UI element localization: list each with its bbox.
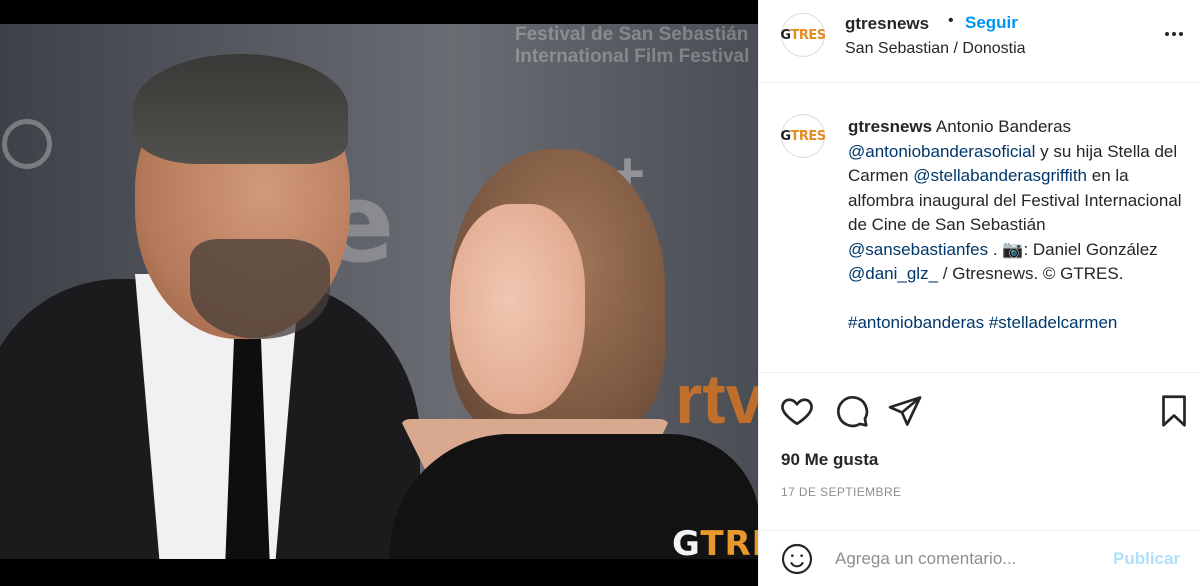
mention-stellabanderasgriffith[interactable]: @stellabanderasgriffith — [913, 166, 1087, 185]
comment-bar: Publicar — [759, 530, 1200, 586]
backdrop-logo — [2, 119, 52, 169]
photo-watermark: GTRES — [672, 524, 758, 559]
caption-username[interactable]: gtresnews — [848, 117, 932, 136]
watermark-tres: TRES — [700, 524, 758, 559]
caption-area[interactable]: G TRES gtresnews Antonio Banderas @antoni… — [759, 84, 1200, 373]
publish-button[interactable]: Publicar — [1113, 549, 1180, 569]
comment-input[interactable] — [835, 545, 1105, 573]
avatar[interactable]: G TRES — [780, 13, 827, 57]
mention-antoniobanderasoficial[interactable]: @antoniobanderasoficial — [848, 142, 1035, 161]
backdrop-logo-rtve: rtv — [675, 360, 758, 438]
action-bar — [759, 383, 1200, 443]
backdrop-text-line1: Festival de San Sebastián — [515, 24, 749, 45]
caption-text: gtresnews Antonio Banderas @antoniobande… — [848, 115, 1188, 335]
caption-avatar[interactable]: G TRES — [780, 114, 827, 158]
caption-text-1: Antonio Banderas — [932, 117, 1072, 136]
avatar-letters-tres: TRES — [790, 27, 827, 43]
location-link[interactable]: San Sebastian / Donostia — [845, 40, 1026, 58]
photo-pane: Festival de San Sebastián International … — [0, 0, 758, 586]
post-date[interactable]: 17 DE SEPTIEMBRE — [781, 485, 901, 499]
more-options-icon[interactable] — [1159, 22, 1189, 46]
bookmark-icon[interactable] — [1156, 393, 1192, 429]
emoji-icon[interactable] — [781, 543, 813, 575]
comment-bubble-icon[interactable] — [834, 393, 870, 429]
avatar-letters-tres: TRES — [790, 128, 827, 144]
separator-dot: • — [948, 12, 954, 29]
mention-dani-glz[interactable]: @dani_glz_ — [848, 264, 938, 283]
man-beard — [190, 239, 330, 339]
likes-count[interactable]: 90 Me gusta — [781, 450, 878, 470]
post-photo[interactable]: Festival de San Sebastián International … — [0, 24, 758, 559]
caption-text-5: / Gtresnews. © GTRES. — [938, 264, 1124, 283]
caption-text-4: . 📷: Daniel González — [988, 239, 1158, 259]
avatar-letter-g: G — [780, 128, 791, 144]
avatar-letter-g: G — [780, 27, 791, 43]
hashtags[interactable]: #antoniobanderas #stelladelcarmen — [848, 313, 1117, 332]
post-header: G TRES gtresnews • Seguir San Sebastian /… — [759, 0, 1200, 83]
mention-sansebastianfes[interactable]: @sansebastianfes — [848, 240, 988, 259]
watermark-g: G — [672, 524, 701, 559]
woman-face — [450, 204, 585, 414]
header-username[interactable]: gtresnews — [845, 14, 929, 34]
post-side-panel: G TRES gtresnews • Seguir San Sebastian /… — [758, 0, 1200, 586]
paper-plane-icon[interactable] — [887, 393, 923, 429]
backdrop-text-line2: International Film Festival — [515, 46, 750, 67]
man-hair — [133, 54, 348, 164]
follow-button[interactable]: Seguir — [965, 13, 1018, 33]
heart-icon[interactable] — [779, 393, 815, 429]
